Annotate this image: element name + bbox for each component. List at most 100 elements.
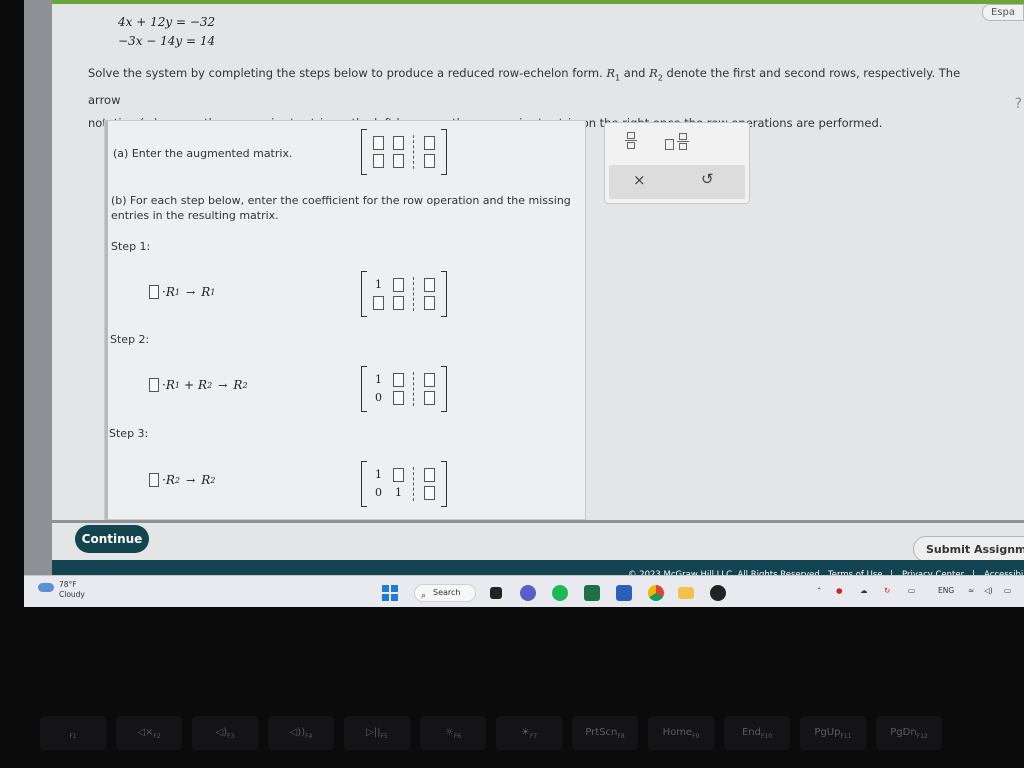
fraction-icon[interactable] <box>623 131 639 157</box>
matrix-left-bracket <box>361 461 367 507</box>
matrix-entry: 0 <box>375 486 382 499</box>
folder-icon[interactable] <box>678 587 694 599</box>
volume-icon[interactable]: ◁) <box>984 586 993 595</box>
equation-1: 4x + 12y = −32 <box>118 15 216 29</box>
row-index: 1 <box>174 380 180 390</box>
matrix-right-bracket <box>441 461 447 507</box>
mixed-number-icon[interactable] <box>663 131 691 157</box>
row-symbol: R <box>165 473 175 487</box>
matrix-entry: 1 <box>375 373 382 386</box>
spotify-icon[interactable] <box>552 585 568 601</box>
keyboard-key: ☀F7 <box>496 716 562 750</box>
laptop-screen: Espa ? 4x + 12y = −32 −3x − 14y = 14 Sol… <box>24 0 1024 606</box>
submit-assignment-button[interactable]: Submit Assignme <box>913 536 1024 562</box>
chat-icon[interactable] <box>520 585 536 601</box>
top-accent-line <box>52 0 1024 4</box>
matrix-right-bracket <box>441 366 447 412</box>
search-label: Search <box>433 588 461 597</box>
search-icon: ⌕ <box>421 591 427 601</box>
matrix-entry-input[interactable] <box>393 468 404 482</box>
matrix-entry-input[interactable] <box>424 278 435 292</box>
matrix-entry-input[interactable] <box>424 296 435 310</box>
matrix-left-bracket <box>361 271 367 317</box>
matrix-entry-input[interactable] <box>373 154 384 168</box>
matrix-left-bracket <box>361 129 367 175</box>
display-icon[interactable]: ▭ <box>908 586 915 595</box>
step-3-matrix: 101 <box>361 461 447 507</box>
row-index: 1 <box>210 287 216 297</box>
battery-icon[interactable]: ▭ <box>1004 586 1011 595</box>
undo-icon[interactable]: ↺ <box>701 170 714 188</box>
palette-action-bar <box>609 165 745 199</box>
row-index: 2 <box>210 475 216 485</box>
word-icon[interactable] <box>616 585 632 601</box>
keyboard-key: ◁×F2 <box>116 716 182 750</box>
keyboard-key: F1 <box>40 716 106 750</box>
matrix-entry-input[interactable] <box>393 154 404 168</box>
step-2-row-operation: · R 1 + R 2 → R 2 <box>149 378 248 392</box>
augment-separator <box>413 372 414 406</box>
help-icon[interactable]: ? <box>1015 96 1022 112</box>
matrix-entry-input[interactable] <box>373 136 384 150</box>
row-symbol: R <box>165 378 175 392</box>
matrix-entry-input[interactable] <box>424 136 435 150</box>
row-symbol: R <box>649 66 658 80</box>
workspace-left-bar <box>105 121 108 519</box>
cloud-tray-icon[interactable]: ☁ <box>860 586 868 595</box>
row-symbol: R <box>201 473 211 487</box>
language-toggle-button[interactable]: Espa <box>981 4 1024 21</box>
left-frame-strip <box>24 0 52 575</box>
cloud-icon <box>38 583 54 592</box>
matrix-entry-input[interactable] <box>424 468 435 482</box>
keyboard-key: ☼F6 <box>420 716 486 750</box>
chevron-up-icon[interactable]: ⌃ <box>816 586 822 595</box>
row-symbol: R <box>606 66 616 80</box>
tray-app-icon[interactable]: ● <box>836 586 843 595</box>
step-1-label: Step 1: <box>111 240 151 253</box>
coefficient-input[interactable] <box>149 285 159 299</box>
matrix-entry-input[interactable] <box>393 278 404 292</box>
keyboard-key: ◁)F3 <box>192 716 258 750</box>
matrix-entry-input[interactable] <box>424 486 435 500</box>
step-1-row-operation: · R 1 → R 1 <box>149 285 215 299</box>
matrix-entry: 0 <box>375 391 382 404</box>
matrix-entry-input[interactable] <box>373 296 384 310</box>
row-symbol: R <box>201 285 211 299</box>
continue-button[interactable]: Continue <box>75 525 149 553</box>
clear-icon[interactable]: × <box>633 171 646 189</box>
sync-icon[interactable]: ↻ <box>884 586 890 595</box>
coefficient-input[interactable] <box>149 378 159 392</box>
step-3-row-operation: · R 2 → R 2 <box>149 473 215 487</box>
windows-start-icon[interactable] <box>382 585 398 601</box>
matrix-entry: 1 <box>375 468 382 481</box>
taskbar-search-box[interactable]: ⌕ Search <box>414 584 476 602</box>
input-language[interactable]: ENG <box>938 586 954 595</box>
part-b-label-line-1: (b) For each step below, enter the coeff… <box>111 194 571 207</box>
app-icon[interactable] <box>710 585 726 601</box>
keyboard-key: PgDnF12 <box>876 716 942 750</box>
matrix-entry-input[interactable] <box>424 391 435 405</box>
file-explorer-icon[interactable] <box>490 587 502 599</box>
step-2-label: Step 2: <box>110 333 150 346</box>
matrix-entry-input[interactable] <box>393 373 404 387</box>
matrix-entry-input[interactable] <box>424 373 435 387</box>
row-symbol: R <box>165 285 175 299</box>
augment-separator <box>413 467 414 501</box>
matrix-entry-input[interactable] <box>393 296 404 310</box>
matrix-entry-input[interactable] <box>393 391 404 405</box>
chrome-icon[interactable] <box>648 585 664 601</box>
keyboard-key: PrtScnF8 <box>572 716 638 750</box>
matrix-right-bracket <box>441 271 447 317</box>
coefficient-input[interactable] <box>149 473 159 487</box>
equation-2: −3x − 14y = 14 <box>118 34 216 48</box>
augment-separator <box>413 135 414 169</box>
step-3-label: Step 3: <box>109 427 149 440</box>
plus-sign: + <box>183 378 195 392</box>
matrix-entry-input[interactable] <box>424 154 435 168</box>
step-1-matrix: 1 <box>361 271 447 317</box>
step-2-matrix: 10 <box>361 366 447 412</box>
keyboard-key: PgUpF11 <box>800 716 866 750</box>
matrix-entry-input[interactable] <box>393 136 404 150</box>
wifi-icon[interactable]: ≈ <box>968 586 974 595</box>
excel-icon[interactable] <box>584 585 600 601</box>
